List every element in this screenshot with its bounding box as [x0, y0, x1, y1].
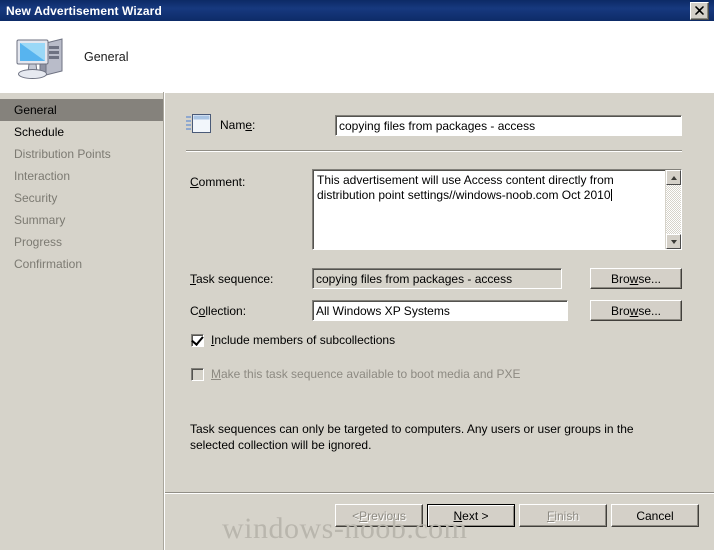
- include-subcollections-checkbox-row[interactable]: Include members of subcollections: [191, 332, 396, 347]
- name-separator: [186, 150, 682, 152]
- sidebar-item-security[interactable]: Security: [0, 187, 163, 209]
- previous-button: < Previous: [335, 504, 423, 527]
- comment-scrollbar[interactable]: [665, 170, 681, 249]
- close-glyph: [695, 6, 704, 15]
- include-subcollections-checkbox[interactable]: [191, 332, 204, 347]
- advertisement-icon-glyph: [186, 114, 211, 133]
- window-title: New Advertisement Wizard: [6, 3, 162, 18]
- cancel-button[interactable]: Cancel: [611, 504, 699, 527]
- wizard-header: General: [0, 21, 714, 92]
- collection-browse-button[interactable]: Bro w se...: [590, 300, 682, 321]
- next-button[interactable]: Next >: [427, 504, 515, 527]
- computer-icon-glyph: [16, 37, 63, 79]
- sidebar-item-summary[interactable]: Summary: [0, 209, 163, 231]
- computer-icon: [12, 31, 70, 83]
- sidebar-item-confirmation[interactable]: Confirmation: [0, 253, 163, 275]
- name-label: Name:: [220, 118, 256, 132]
- comment-textarea[interactable]: This advertisement will use Access conte…: [312, 169, 682, 250]
- comment-label: Comment:: [190, 175, 246, 189]
- new-advertisement-wizard-dialog: New Advertisement Wizard General General…: [0, 0, 714, 550]
- advertisement-icon: [186, 113, 212, 135]
- title-bar: New Advertisement Wizard: [0, 0, 714, 22]
- wizard-content-panel: Name: copying files from packages - acce…: [165, 92, 714, 550]
- page-title: General: [84, 49, 129, 64]
- collection-input[interactable]: All Windows XP Systems: [312, 300, 568, 321]
- sidebar-item-progress[interactable]: Progress: [0, 231, 163, 253]
- wizard-step-sidebar: General Schedule Distribution Points Int…: [0, 92, 163, 550]
- task-sequence-label: Task sequence:: [190, 272, 274, 286]
- sidebar-item-schedule[interactable]: Schedule: [0, 121, 163, 143]
- finish-button: Finish: [519, 504, 607, 527]
- sidebar-item-interaction[interactable]: Interaction: [0, 165, 163, 187]
- task-sequence-input[interactable]: copying files from packages - access: [312, 268, 562, 289]
- boot-media-pxe-checkbox: [191, 367, 204, 381]
- boot-media-pxe-label: Make this task sequence available to boo…: [211, 367, 521, 381]
- footer-separator: [165, 492, 714, 494]
- sidebar-item-distribution-points[interactable]: Distribution Points: [0, 143, 163, 165]
- name-input[interactable]: copying files from packages - access: [335, 115, 682, 136]
- include-subcollections-label: Include members of subcollections: [211, 333, 396, 347]
- close-icon[interactable]: [690, 1, 709, 20]
- comment-text: This advertisement will use Access conte…: [317, 173, 614, 202]
- task-sequence-browse-button[interactable]: Bro w se...: [590, 268, 682, 289]
- sidebar-item-general[interactable]: General: [0, 99, 163, 121]
- text-caret: [610, 189, 612, 201]
- scroll-up-icon[interactable]: [666, 170, 681, 185]
- info-message: Task sequences can only be targeted to c…: [190, 422, 634, 452]
- boot-media-pxe-checkbox-row: Make this task sequence available to boo…: [191, 367, 521, 381]
- check-icon: [191, 332, 204, 346]
- collection-label: Collection:: [190, 304, 247, 318]
- scroll-down-icon[interactable]: [666, 234, 681, 249]
